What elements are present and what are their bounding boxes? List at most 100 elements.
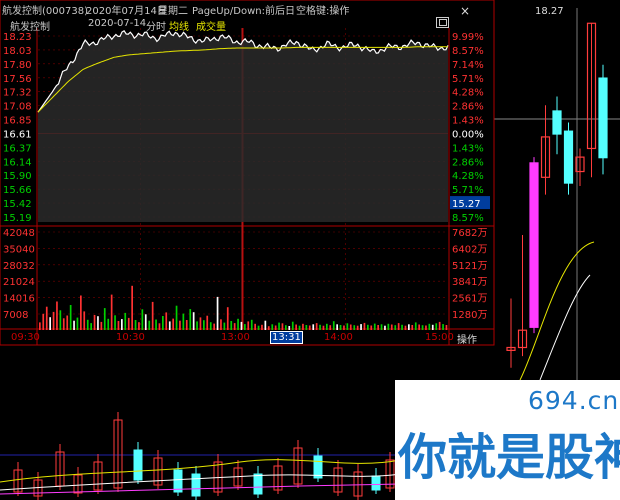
volume-bar: [373, 323, 376, 330]
price-tick-left: 16.85: [3, 116, 32, 127]
kline-body: [552, 110, 562, 135]
price-tick-right: 5.71%: [452, 185, 484, 196]
volume-bar: [185, 320, 188, 330]
volume-bar: [206, 315, 209, 330]
volume-tick-right: 6402万: [452, 244, 487, 255]
volume-bar: [124, 312, 127, 330]
volume-bar: [114, 315, 116, 330]
volume-bar: [203, 320, 205, 330]
volume-bar: [103, 308, 106, 330]
volume-bar: [346, 323, 349, 330]
volume-bar: [52, 311, 55, 330]
volume-bar: [66, 315, 69, 330]
volume-bar: [418, 324, 420, 330]
price-tick-left: 18.03: [3, 46, 32, 57]
volume-bar: [326, 323, 328, 330]
volume-bar: [387, 323, 390, 330]
volume-bar: [360, 324, 362, 330]
price-tick-right: 4.28%: [452, 88, 484, 99]
volume-bar: [97, 316, 99, 330]
volume-bar: [438, 321, 441, 330]
volume-tick-left: 35040: [3, 244, 35, 255]
volume-bar: [168, 321, 171, 330]
volume-bar: [247, 321, 250, 330]
volume-bar: [384, 325, 386, 330]
price-area-fill: [38, 30, 448, 222]
volume-bar: [302, 323, 304, 330]
volume-bar: [257, 325, 260, 330]
volume-bar: [80, 295, 82, 330]
price-tick-left: 15.42: [3, 199, 32, 210]
price-tick-left: 16.61: [3, 129, 32, 140]
volume-bar: [192, 312, 195, 330]
volume-bar: [428, 323, 431, 330]
price-tick-right: 7.14%: [452, 60, 484, 71]
kline-ma-line: [539, 274, 591, 381]
volume-bar: [291, 321, 294, 330]
volume-bar: [435, 323, 438, 330]
volume-bar: [305, 325, 308, 330]
price-tick-right: 4.28%: [452, 171, 484, 182]
volume-bar: [223, 322, 226, 330]
volume-tick-right: 3841万: [452, 277, 487, 288]
bottom-candle-body: [253, 473, 263, 495]
volume-bar: [121, 319, 123, 330]
volume-bar: [110, 294, 113, 330]
volume-tick-left: 42048: [3, 228, 35, 239]
volume-bar: [401, 324, 403, 330]
volume-bar: [158, 323, 161, 330]
price-tick-left: 17.80: [3, 60, 32, 71]
volume-bar: [138, 322, 140, 330]
watermark-site[interactable]: 694.cn: [528, 386, 619, 415]
volume-bar: [230, 321, 233, 330]
kline-body: [598, 77, 608, 159]
volume-bar: [237, 318, 239, 330]
volume-bar: [56, 301, 58, 330]
price-shading: [38, 30, 448, 222]
volume-bar: [261, 324, 263, 330]
volume-bar: [394, 325, 397, 330]
volume-bar: [298, 325, 301, 330]
chart-canvas: 18.23 9.99% 18.03 8.57% 17.80 7.14% 17.56 5.71%…: [0, 0, 620, 500]
bottom-candle-body: [133, 449, 143, 481]
volume-tick-left: 21024: [3, 277, 35, 288]
volume-bar: [267, 326, 270, 330]
volume-bar: [45, 306, 48, 330]
price-tick-right: 15.27: [452, 199, 481, 210]
volume-tick-left: 28032: [3, 261, 35, 272]
bottom-candle-body: [371, 475, 381, 491]
volume-bar: [90, 323, 92, 330]
volume-bar: [250, 319, 253, 330]
price-tick-right: 5.71%: [452, 74, 484, 85]
volume-bar: [216, 296, 219, 330]
volume-bar: [189, 309, 192, 330]
volume-bar: [213, 323, 215, 330]
volume-bar: [308, 325, 311, 330]
volume-bar: [397, 323, 400, 330]
price-tick-right: 8.57%: [452, 46, 484, 57]
volume-bar: [86, 319, 89, 330]
price-tick-left: 17.56: [3, 74, 32, 85]
daily-kline-layer: [494, 8, 620, 385]
volume-bar: [172, 318, 174, 330]
volume-bar: [76, 317, 79, 330]
volume-bar: [319, 324, 321, 330]
bottom-candle-body: [313, 455, 323, 479]
price-tick-right: 2.86%: [452, 102, 484, 113]
volume-bar: [445, 325, 448, 330]
volume-bar: [209, 322, 212, 330]
volume-tick-right: 1280万: [452, 310, 487, 321]
volume-bar: [69, 305, 72, 330]
volume-bar: [411, 325, 414, 330]
volume-bar: [179, 320, 181, 330]
volume-bar: [408, 324, 410, 330]
kline-body: [529, 162, 539, 328]
volume-bar: [442, 324, 444, 330]
volume-bar: [281, 323, 284, 330]
price-tick-left: 15.90: [3, 171, 32, 182]
volume-bar: [329, 325, 332, 330]
volume-tick-right: 5121万: [452, 261, 487, 272]
volume-bar: [336, 324, 338, 330]
volume-bar: [288, 326, 291, 330]
volume-bar: [151, 301, 154, 330]
